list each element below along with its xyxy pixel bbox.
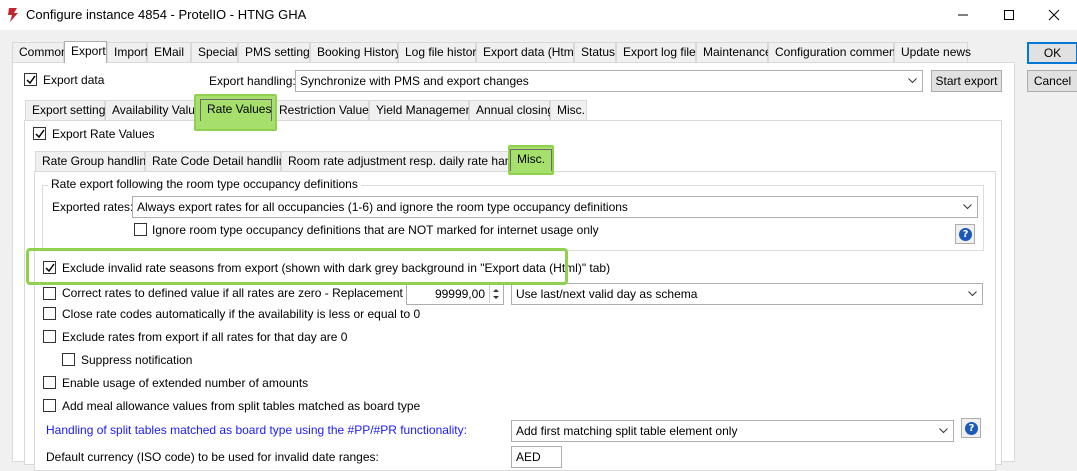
close-rate-codes-checkbox[interactable] <box>43 307 56 320</box>
spinner-arrows-icon <box>493 289 499 299</box>
ok-button[interactable]: OK <box>1027 42 1077 64</box>
tab-export-log-files[interactable]: Export log files <box>616 42 702 62</box>
schema-select[interactable]: Use last/next valid day as schema <box>511 283 983 305</box>
ignore-occupancy-checkbox[interactable] <box>134 223 147 236</box>
tab-update-news[interactable]: Update news <box>894 42 971 62</box>
spinner-icon[interactable] <box>489 285 502 303</box>
tab-annual-closing[interactable]: Annual closing <box>469 100 554 120</box>
tab-maintenance[interactable]: Maintenance <box>696 42 772 62</box>
help-icon: ? <box>959 228 972 241</box>
suppress-notification-checkbox[interactable] <box>62 353 75 366</box>
tab-rate-code-detail-handling[interactable]: Rate Code Detail handling <box>145 151 292 171</box>
schema-value: Use last/next valid day as schema <box>516 287 698 301</box>
occupancy-group-title: Rate export following the room type occu… <box>48 177 361 191</box>
tab-misc-sub[interactable]: Misc. <box>550 100 587 120</box>
split-tables-label: Handling of split tables matched as boar… <box>46 423 467 437</box>
occupancy-group <box>42 185 984 251</box>
tab-common[interactable]: Common <box>12 42 68 62</box>
exclude-zero-rates-checkbox[interactable] <box>43 330 56 343</box>
tab-import[interactable]: Import <box>107 42 148 62</box>
export-handling-label: Export handling: <box>209 74 296 88</box>
extended-amounts-checkbox[interactable] <box>43 376 56 389</box>
meal-allowance-label: Add meal allowance values from split tab… <box>62 399 421 413</box>
chevron-down-icon <box>939 428 948 434</box>
maximize-icon <box>1004 10 1014 20</box>
correct-rates-label: Correct rates to defined value if all ra… <box>62 286 439 300</box>
tab-rate-group-handling[interactable]: Rate Group handling <box>35 151 153 171</box>
tab-restriction-values[interactable]: Restriction Values <box>272 100 375 120</box>
exclude-invalid-seasons-label: Exclude invalid rate seasons from export… <box>62 261 611 275</box>
chevron-down-icon <box>968 291 977 297</box>
ignore-occupancy-label: Ignore room type occupancy definitions t… <box>152 223 599 237</box>
checkmark-icon <box>26 75 36 85</box>
tab-export-data-html[interactable]: Export data (Html) <box>476 42 580 62</box>
default-currency-input[interactable]: AED <box>511 446 562 468</box>
export-rate-values-label: Export Rate Values <box>52 127 155 141</box>
export-data-checkbox[interactable] <box>24 73 37 86</box>
exported-rates-value: Always export rates for all occupancies … <box>137 200 628 214</box>
close-button[interactable] <box>1031 0 1077 30</box>
exclude-zero-rates-label: Exclude rates from export if all rates f… <box>62 330 348 344</box>
suppress-notification-label: Suppress notification <box>81 353 193 367</box>
tab-configuration-comments[interactable]: Configuration comments <box>768 42 905 62</box>
default-currency-value: AED <box>516 450 541 464</box>
export-handling-select[interactable]: Synchronize with PMS and export changes <box>295 70 923 92</box>
tab-inner-misc[interactable]: Misc. <box>510 149 552 171</box>
protelio-logo-icon <box>8 8 18 22</box>
tab-export[interactable]: Export <box>64 41 107 63</box>
split-tables-select[interactable]: Add first matching split table element o… <box>511 420 954 442</box>
tab-email[interactable]: EMail <box>147 42 191 62</box>
close-icon <box>1048 9 1060 21</box>
chevron-down-icon <box>908 78 917 84</box>
tab-status[interactable]: Status <box>574 42 616 62</box>
help-icon: ? <box>965 422 978 435</box>
title-bar: Configure instance 4854 - ProtelIO - HTN… <box>0 0 1077 30</box>
cancel-button[interactable]: Cancel <box>1027 70 1077 92</box>
export-rate-values-checkbox[interactable] <box>33 127 46 140</box>
tab-availability-values[interactable]: Availability Values <box>105 100 208 120</box>
replacement-value-input[interactable]: 99999,00 <box>406 283 504 305</box>
default-currency-label: Default currency (ISO code) to be used f… <box>46 450 379 464</box>
tab-pms-settings[interactable]: PMS settings <box>238 42 316 62</box>
meal-allowance-checkbox[interactable] <box>43 399 56 412</box>
tab-room-rate-adjustment[interactable]: Room rate adjustment resp. daily rate ha… <box>281 151 537 171</box>
exported-rates-label: Exported rates: <box>52 200 134 214</box>
window-title: Configure instance 4854 - ProtelIO - HTN… <box>26 7 307 22</box>
tab-booking-history[interactable]: Booking History <box>310 42 401 62</box>
help-button[interactable]: ? <box>955 224 975 244</box>
split-tables-help-button[interactable]: ? <box>961 418 981 438</box>
export-data-label: Export data <box>43 73 105 87</box>
tab-log-file-history[interactable]: Log file history <box>398 42 482 62</box>
tab-yield-management[interactable]: Yield Management <box>369 100 476 120</box>
minimize-button[interactable] <box>940 0 986 30</box>
checkmark-icon <box>45 263 55 273</box>
correct-rates-checkbox[interactable] <box>43 287 56 300</box>
start-export-button[interactable]: Start export <box>931 70 1002 92</box>
replacement-value: 99999,00 <box>434 287 485 301</box>
maximize-button[interactable] <box>986 0 1032 30</box>
split-tables-value: Add first matching split table element o… <box>516 424 738 438</box>
chevron-down-icon <box>963 204 972 210</box>
checkmark-icon <box>35 129 45 139</box>
tab-export-settings[interactable]: Export settings <box>25 100 111 120</box>
exclude-invalid-seasons-checkbox[interactable] <box>43 261 56 274</box>
tab-special[interactable]: Special <box>191 42 238 62</box>
dialog-body: Common Export Import EMail Special PMS s… <box>0 30 1077 471</box>
extended-amounts-label: Enable usage of extended number of amoun… <box>62 376 309 390</box>
exported-rates-select[interactable]: Always export rates for all occupancies … <box>132 196 978 218</box>
export-handling-value: Synchronize with PMS and export changes <box>300 74 529 88</box>
tab-rate-values[interactable]: Rate Values <box>200 99 272 121</box>
minimize-icon <box>958 14 968 16</box>
close-rate-codes-label: Close rate codes automatically if the av… <box>62 307 421 321</box>
